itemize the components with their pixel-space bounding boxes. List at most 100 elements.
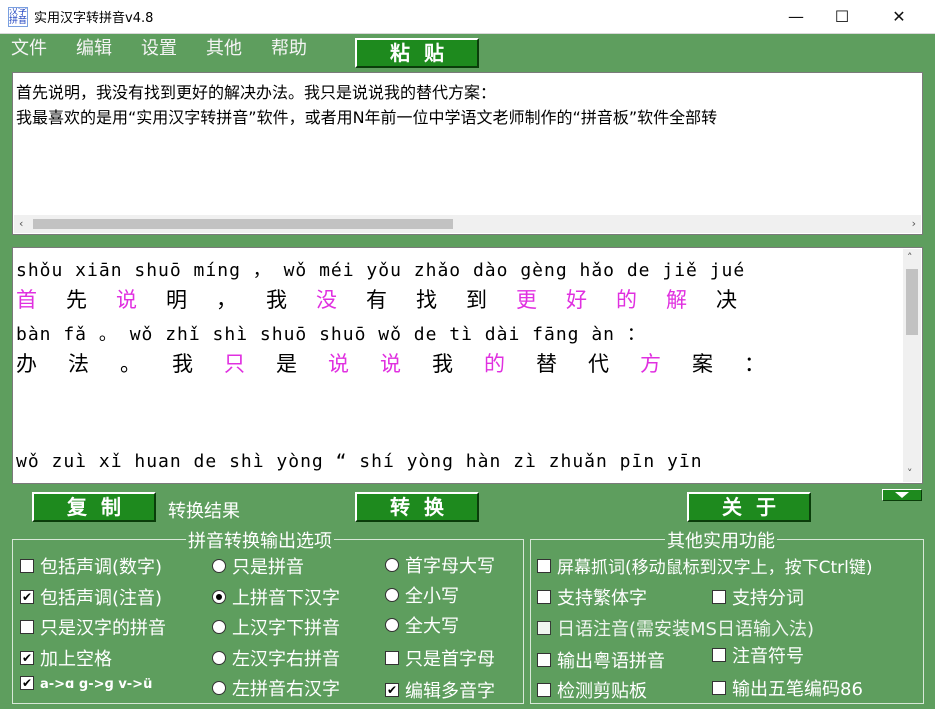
hanzi-char: 说 (116, 288, 137, 312)
other-features-title: 其他实用功能 (665, 527, 777, 553)
radio-icon[interactable] (212, 681, 226, 695)
input-line-1: 首先说明，我没有找到更好的解决办法。我只是说说我的替代方案： (16, 83, 497, 102)
scroll-right-icon[interactable]: › (912, 217, 916, 230)
opt-pinyin-only[interactable]: 只是拼音 (212, 553, 304, 579)
hanzi-char: 的 (616, 288, 637, 312)
hanzi-char: 的 (484, 352, 505, 376)
checkbox-icon[interactable] (537, 621, 551, 635)
opt-edit-polyphones[interactable]: ✔ 编辑多音字 (385, 677, 495, 703)
hanzi-char: 到 (466, 288, 487, 312)
checkbox-icon[interactable] (20, 620, 34, 634)
opt-clipboard-monitor[interactable]: 检测剪贴板 (537, 677, 647, 703)
opt-tone-mark[interactable]: ✔ 包括声调(注音) (20, 584, 162, 610)
hanzi-char: 好 (566, 288, 587, 312)
hanzi-char: 方 (640, 352, 661, 376)
hanzi-char: 案 (692, 352, 713, 376)
opt-hanzi-pinyin-only[interactable]: 只是汉字的拼音 (20, 614, 166, 640)
hanzi-char: 找 (416, 288, 437, 312)
maximize-button[interactable]: ☐ (819, 0, 865, 33)
checkbox-icon[interactable] (712, 590, 726, 604)
checkbox-icon[interactable] (385, 651, 399, 665)
hanzi-char: ： (744, 352, 765, 376)
hanzi-char: 说 (328, 352, 349, 376)
convert-button[interactable]: 转换 (355, 492, 479, 522)
checkbox-icon[interactable] (537, 683, 551, 697)
result-pinyin-line-2: bàn fǎ 。 wǒ zhǐ shì shuō shuō wǒ de tì d… (16, 324, 646, 345)
vertical-scrollbar[interactable]: ˄ ˅ (903, 249, 921, 482)
opt-all-lowercase[interactable]: 全小写 (385, 582, 459, 608)
result-pinyin-line-1: shǒu xiān shuō míng ， wǒ méi yǒu zhǎo dà… (16, 260, 746, 281)
radio-icon[interactable] (212, 651, 226, 665)
opt-japanese[interactable]: 日语注音(需安装MS日语输入法) (537, 615, 814, 641)
radio-icon[interactable] (385, 588, 399, 602)
menu-edit[interactable]: 编辑 (76, 34, 112, 60)
opt-wubi[interactable]: 输出五笔编码86 (712, 675, 863, 701)
hanzi-char: 代 (588, 352, 609, 376)
minimize-button[interactable]: — (773, 0, 819, 33)
opt-pinyin-left-hanzi-right[interactable]: 左拼音右汉字 (212, 675, 340, 701)
opt-zhuyin[interactable]: 注音符号 (712, 642, 804, 668)
input-textarea[interactable]: 首先说明，我没有找到更好的解决办法。我只是说说我的替代方案： 我最喜欢的是用“实… (12, 72, 923, 235)
menu-help[interactable]: 帮助 (271, 34, 307, 60)
radio-selected-icon[interactable] (212, 590, 226, 604)
conversion-options-title: 拼音转换输出选项 (186, 527, 334, 553)
result-pinyin-line-3: wǒ zuì xǐ huan de shì yòng “ shí yòng hà… (16, 451, 703, 472)
hanzi-char: 更 (516, 288, 537, 312)
scroll-up-icon[interactable]: ˄ (907, 251, 913, 264)
hanzi-char: 首 (16, 288, 37, 312)
hanzi-char: 只 (224, 352, 245, 376)
opt-screen-capture[interactable]: 屏幕抓词(移动鼠标到汉字上，按下Ctrl键) (537, 553, 873, 578)
checkbox-checked-icon[interactable]: ✔ (20, 590, 34, 604)
input-line-2: 我最喜欢的是用“实用汉字转拼音”软件，或者用N年前一位中学语文老师制作的“拼音板… (16, 108, 718, 127)
checkbox-icon[interactable] (712, 681, 726, 695)
hanzi-char: 有 (366, 288, 387, 312)
hanzi-char: 法 (68, 352, 89, 376)
opt-add-spaces[interactable]: ✔ 加上空格 (20, 645, 112, 671)
expand-down-icon[interactable] (882, 489, 922, 501)
radio-icon[interactable] (212, 620, 226, 634)
opt-pinyin-above-hanzi[interactable]: 上拼音下汉字 (212, 584, 340, 610)
horizontal-scrollbar[interactable]: ‹ › (14, 215, 921, 233)
opt-letter-form[interactable]: ✔ a->ɑ g->ɡ v->ü (20, 675, 152, 692)
opt-initials-only[interactable]: 只是首字母 (385, 645, 495, 671)
vertical-scroll-thumb[interactable] (906, 269, 918, 335)
result-textarea[interactable]: shǒu xiān shuō míng ， wǒ méi yǒu zhǎo dà… (12, 247, 923, 484)
opt-all-uppercase[interactable]: 全大写 (385, 612, 459, 638)
hanzi-char: 先 (66, 288, 87, 312)
hanzi-char: 。 (120, 352, 141, 376)
checkbox-icon[interactable] (712, 648, 726, 662)
menu-file[interactable]: 文件 (11, 34, 47, 60)
scroll-down-icon[interactable]: ˅ (907, 467, 913, 480)
opt-word-segmentation[interactable]: 支持分词 (712, 584, 804, 610)
hanzi-char: 替 (536, 352, 557, 376)
menu-settings[interactable]: 设置 (141, 34, 177, 60)
hanzi-char: 是 (276, 352, 297, 376)
checkbox-checked-icon[interactable]: ✔ (20, 675, 34, 690)
hanzi-char: 我 (432, 352, 453, 376)
about-button[interactable]: 关于 (687, 492, 811, 522)
copy-button[interactable]: 复制 (32, 492, 156, 522)
title-bar: 汉字拼音 实用汉字转拼音v4.8 — ☐ ✕ (0, 0, 935, 34)
checkbox-icon[interactable] (537, 653, 551, 667)
paste-button[interactable]: 粘贴 (355, 38, 479, 68)
radio-icon[interactable] (385, 618, 399, 632)
opt-cantonese[interactable]: 输出粤语拼音 (537, 647, 665, 673)
close-button[interactable]: ✕ (876, 0, 922, 33)
radio-icon[interactable] (385, 558, 399, 572)
opt-traditional[interactable]: 支持繁体字 (537, 584, 647, 610)
scroll-left-icon[interactable]: ‹ (19, 217, 23, 230)
opt-capitalize-first[interactable]: 首字母大写 (385, 552, 495, 578)
hanzi-char: ， (216, 288, 237, 312)
horizontal-scroll-thumb[interactable] (33, 219, 453, 229)
opt-tone-number[interactable]: 包括声调(数字) (20, 553, 162, 579)
radio-icon[interactable] (212, 559, 226, 573)
checkbox-icon[interactable] (20, 559, 34, 573)
menu-other[interactable]: 其他 (206, 34, 242, 60)
opt-hanzi-left-pinyin-right[interactable]: 左汉字右拼音 (212, 645, 340, 671)
checkbox-icon[interactable] (537, 590, 551, 604)
checkbox-checked-icon[interactable]: ✔ (385, 683, 399, 697)
checkbox-checked-icon[interactable]: ✔ (20, 651, 34, 665)
checkbox-icon[interactable] (537, 559, 551, 573)
opt-hanzi-above-pinyin[interactable]: 上汉字下拼音 (212, 614, 340, 640)
app-icon: 汉字拼音 (8, 7, 28, 27)
